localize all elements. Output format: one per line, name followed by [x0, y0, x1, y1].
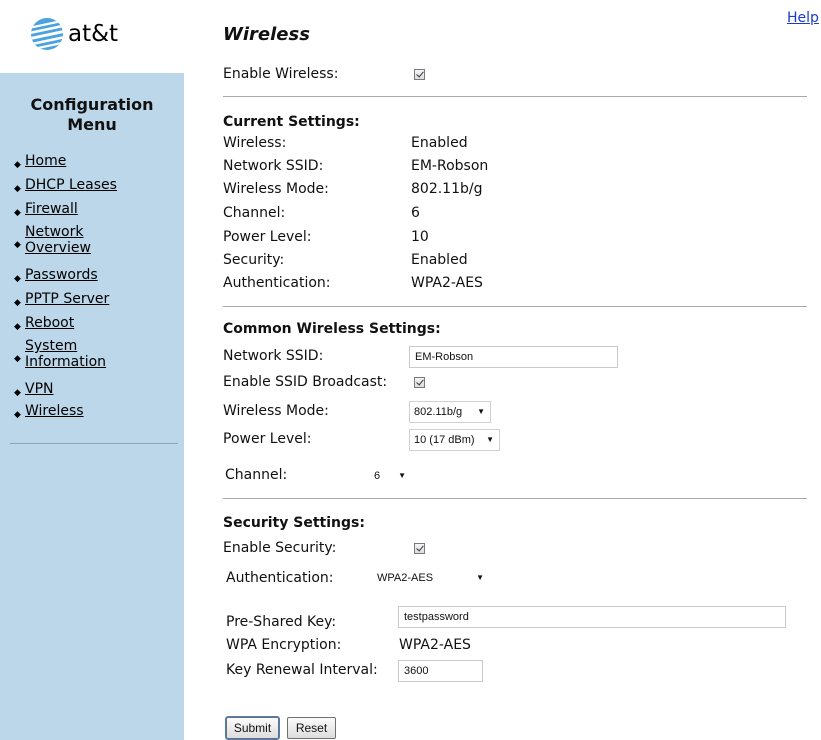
- bullet-icon: ◆: [14, 240, 21, 250]
- ssid-broadcast-label: Enable SSID Broadcast:: [223, 374, 388, 390]
- sidebar-item-dhcp-leases-link[interactable]: DHCP Leases: [25, 177, 117, 193]
- authentication-value: WPA2-AES: [377, 572, 434, 584]
- current-settings-heading: Current Settings:: [223, 114, 360, 130]
- sidebar-item-firewall-link[interactable]: Firewall: [25, 201, 78, 217]
- bullet-icon: ◆: [14, 298, 21, 308]
- enable-wireless-checkbox[interactable]: [414, 69, 425, 80]
- bullet-icon: ◆: [14, 274, 21, 284]
- bullet-icon: ◆: [14, 388, 21, 398]
- att-globe-icon: [31, 18, 63, 50]
- menu-title-line1: Configuration: [30, 95, 154, 114]
- current-channel-value: 6: [411, 205, 420, 221]
- channel-select[interactable]: 6 ▼: [369, 465, 412, 487]
- channel-value: 6: [374, 470, 381, 482]
- current-security-value: Enabled: [411, 252, 468, 268]
- help-link[interactable]: Help: [787, 10, 819, 26]
- sidebar-item-vpn-link[interactable]: VPN: [25, 381, 54, 397]
- wireless-mode-value: 802.11b/g: [414, 406, 463, 418]
- current-ssid-value: EM-Robson: [411, 158, 489, 174]
- chevron-down-icon: ▼: [398, 471, 406, 480]
- current-authentication-label: Authentication:: [223, 275, 331, 291]
- sidebar-item-pptp-server-link[interactable]: PPTP Server: [25, 291, 109, 307]
- sidebar-item-reboot-link[interactable]: Reboot: [25, 315, 74, 331]
- common-settings-heading: Common Wireless Settings:: [223, 321, 441, 337]
- bullet-icon: ◆: [14, 354, 21, 364]
- divider: [223, 96, 807, 97]
- current-power-label: Power Level:: [223, 229, 312, 245]
- authentication-select[interactable]: WPA2-AES ▼: [372, 567, 490, 589]
- network-ssid-input[interactable]: EM-Robson: [409, 346, 618, 368]
- current-mode-label: Wireless Mode:: [223, 181, 329, 197]
- bullet-icon: ◆: [14, 184, 21, 194]
- bullet-icon: ◆: [14, 208, 21, 218]
- key-renewal-input[interactable]: 3600: [398, 660, 483, 682]
- current-power-value: 10: [411, 229, 429, 245]
- current-ssid-label: Network SSID:: [223, 158, 324, 174]
- enable-wireless-label: Enable Wireless:: [223, 66, 339, 82]
- sidebar-item-network-overview-line2[interactable]: Overview: [25, 240, 91, 256]
- bullet-icon: ◆: [14, 160, 21, 170]
- sidebar-item-home-link[interactable]: Home: [25, 153, 66, 169]
- enable-security-label: Enable Security:: [223, 540, 337, 556]
- key-renewal-label: Key Renewal Interval:: [226, 662, 378, 678]
- current-wireless-label: Wireless:: [223, 135, 287, 151]
- reset-button[interactable]: Reset: [287, 717, 336, 739]
- page-title: Wireless: [223, 24, 310, 45]
- wpa-encryption-label: WPA Encryption:: [226, 637, 342, 653]
- security-settings-heading: Security Settings:: [223, 515, 365, 531]
- menu-divider: [10, 443, 178, 444]
- sidebar-item-system-information-line1[interactable]: System: [25, 338, 77, 354]
- sidebar-item-wireless-link[interactable]: Wireless: [25, 403, 84, 419]
- divider: [223, 306, 807, 307]
- wireless-mode-select[interactable]: 802.11b/g ▼: [409, 401, 491, 423]
- chevron-down-icon: ▼: [476, 573, 484, 582]
- logo-text: at&t: [68, 21, 119, 47]
- submit-button[interactable]: Submit: [225, 716, 280, 740]
- channel-label: Channel:: [225, 467, 288, 483]
- menu-title-line2: Menu: [67, 115, 117, 134]
- pre-shared-key-label: Pre-Shared Key:: [226, 614, 337, 630]
- power-level-select[interactable]: 10 (17 dBm) ▼: [409, 429, 500, 451]
- authentication-label: Authentication:: [226, 570, 334, 586]
- menu-title: Configuration Menu: [0, 95, 184, 135]
- current-mode-value: 802.11b/g: [411, 181, 483, 197]
- chevron-down-icon: ▼: [477, 407, 485, 416]
- ssid-broadcast-checkbox[interactable]: [414, 377, 425, 388]
- wpa-encryption-value: WPA2-AES: [399, 637, 471, 653]
- bullet-icon: ◆: [14, 322, 21, 332]
- current-channel-label: Channel:: [223, 205, 286, 221]
- enable-security-checkbox[interactable]: [414, 543, 425, 554]
- sidebar-item-system-information-line2[interactable]: Information: [25, 354, 106, 370]
- network-ssid-label: Network SSID:: [223, 348, 324, 364]
- power-level-label: Power Level:: [223, 431, 312, 447]
- sidebar-item-network-overview-line1[interactable]: Network: [25, 224, 83, 240]
- pre-shared-key-input[interactable]: testpassword: [398, 606, 786, 628]
- current-wireless-value: Enabled: [411, 135, 468, 151]
- current-authentication-value: WPA2-AES: [411, 275, 483, 291]
- configuration-menu-sidebar: Configuration Menu ◆ Home ◆ DHCP Leases …: [0, 73, 184, 740]
- divider: [223, 498, 807, 499]
- wireless-mode-label: Wireless Mode:: [223, 403, 329, 419]
- sidebar-item-passwords-link[interactable]: Passwords: [25, 267, 98, 283]
- chevron-down-icon: ▼: [486, 435, 494, 444]
- bullet-icon: ◆: [14, 410, 21, 420]
- att-logo: at&t: [30, 12, 118, 56]
- power-level-value: 10 (17 dBm): [414, 434, 475, 446]
- current-security-label: Security:: [223, 252, 285, 268]
